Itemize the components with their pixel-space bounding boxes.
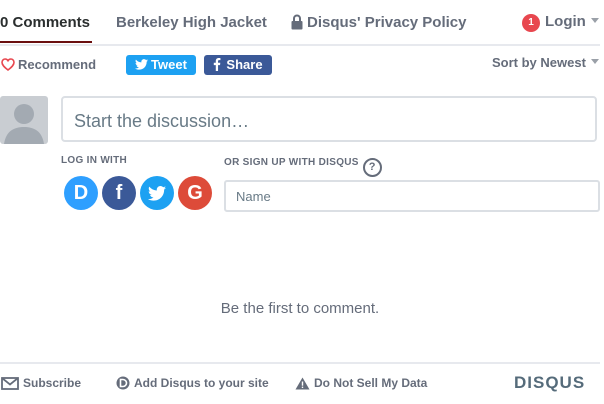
sort-dropdown[interactable]: Sort by Newest — [492, 55, 599, 70]
chevron-down-icon — [590, 18, 599, 23]
tweet-label: Tweet — [151, 57, 187, 72]
share-button[interactable]: Share — [204, 55, 272, 75]
signup-label: OR SIGN UP WITH DISQUS? — [224, 157, 382, 177]
sort-label: Sort by Newest — [492, 55, 586, 70]
disqus-login-button[interactable]: D — [64, 176, 98, 210]
empty-state-message: Be the first to comment. — [220, 300, 380, 317]
tweet-button[interactable]: Tweet — [126, 55, 196, 75]
login-menu[interactable]: 1 Login — [522, 13, 599, 32]
heart-icon — [1, 58, 15, 71]
twitter-login-button[interactable] — [140, 176, 174, 210]
signup-label-text: OR SIGN UP WITH DISQUS — [224, 157, 359, 168]
recommend-button[interactable]: Recommend — [1, 57, 96, 72]
login-with-label: LOG IN WITH — [61, 155, 128, 166]
comments-nav: 0 Comments Berkeley High Jacket Disqus' … — [0, 0, 600, 46]
tab-comments[interactable]: 0 Comments — [0, 14, 90, 31]
facebook-login-button[interactable]: f — [102, 176, 136, 210]
help-icon[interactable]: ? — [362, 158, 382, 177]
chevron-down-icon — [590, 59, 599, 64]
tab-community[interactable]: Berkeley High Jacket — [116, 14, 267, 31]
google-login-button[interactable]: G — [178, 176, 212, 210]
envelope-icon — [1, 377, 19, 390]
comment-placeholder: Start the discussion… — [74, 111, 250, 131]
comment-textbox[interactable]: Start the discussion… — [61, 96, 597, 142]
add-disqus-label: Add Disqus to your site — [134, 376, 269, 390]
recommend-label: Recommend — [18, 57, 97, 72]
tab-privacy-policy[interactable]: Disqus' Privacy Policy — [307, 14, 466, 31]
facebook-icon: f — [115, 182, 123, 204]
facebook-f-icon — [214, 58, 221, 71]
name-input[interactable] — [224, 180, 600, 212]
avatar — [0, 96, 48, 144]
notification-badge: 1 — [522, 14, 540, 32]
subscribe-link[interactable]: Subscribe — [1, 376, 81, 390]
do-not-sell-link[interactable]: Do Not Sell My Data — [295, 376, 427, 390]
subscribe-label: Subscribe — [23, 376, 82, 390]
disqus-logo[interactable]: DISQUS — [514, 373, 585, 393]
login-label: Login — [545, 13, 586, 30]
footer: Subscribe Add Disqus to your site Do Not… — [0, 362, 600, 404]
user-silhouette-icon — [4, 104, 44, 144]
add-disqus-link[interactable]: Add Disqus to your site — [116, 376, 269, 390]
twitter-icon — [148, 186, 166, 201]
share-label: Share — [226, 57, 263, 72]
do-not-sell-label: Do Not Sell My Data — [314, 376, 428, 390]
active-tab-indicator — [0, 41, 92, 43]
lock-icon — [291, 14, 303, 30]
google-icon: G — [187, 182, 203, 204]
disqus-logo-icon — [116, 376, 130, 390]
disqus-icon: D — [73, 182, 89, 204]
twitter-bird-icon — [135, 59, 149, 70]
warning-icon — [295, 377, 310, 390]
